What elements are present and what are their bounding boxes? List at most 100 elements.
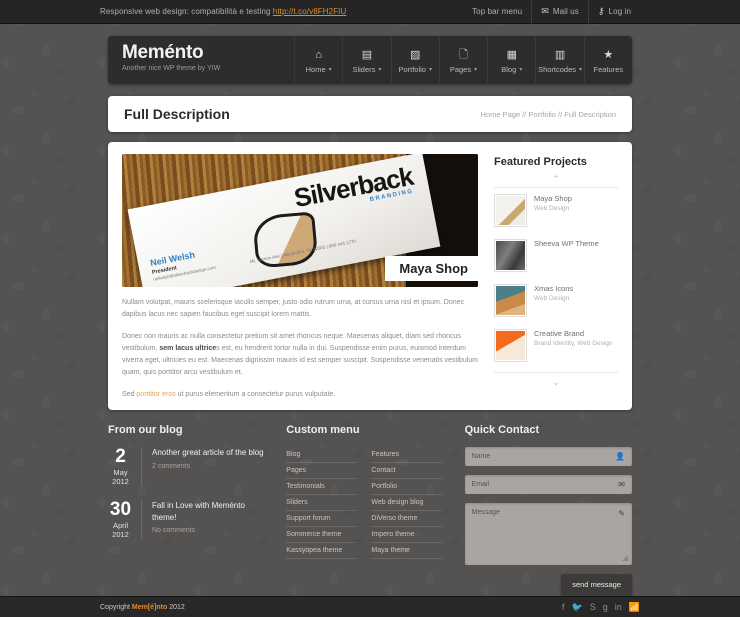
nav-item-portfolio[interactable]: ▨ Portfolio ▾	[390, 36, 439, 84]
porttitor-link[interactable]: porttitor eros	[136, 391, 175, 398]
columns-icon: ▥	[554, 48, 566, 61]
site-tagline: Another nice WP theme by YIW	[122, 64, 221, 72]
post-date: 2 May 2012	[108, 447, 142, 486]
post-day: 30	[109, 499, 132, 520]
menu-item-blog[interactable]: Blog	[286, 447, 358, 463]
calendar-icon: ▦	[506, 48, 517, 61]
menu-item-features[interactable]: Features	[371, 447, 443, 463]
nav-item-home[interactable]: ⌂ Home ▾	[294, 36, 342, 84]
star-icon: ★	[603, 48, 614, 61]
paragraph-2-bold: sem lacus ultrice	[159, 344, 217, 352]
custom-menu-column-1: Blog Pages Testimonials Sliders Support …	[286, 447, 358, 559]
social-links: f 🐦 S g in 📶	[562, 602, 640, 613]
widget-title-quick-contact: Quick Contact	[464, 424, 540, 436]
post-title[interactable]: Fall in Love with Meménto theme!	[152, 500, 264, 523]
chevron-down-icon: ▾	[579, 66, 583, 73]
nav-item-shortcodes[interactable]: ▥ Shortcodes ▾	[535, 36, 583, 84]
blog-post-item[interactable]: 30 April 2012 Fall in Love with Meménto …	[108, 500, 264, 539]
nav-item-features[interactable]: ★ Features	[583, 36, 632, 84]
paragraph-3: Sed porttitor eros ut purus elementum a …	[122, 389, 478, 401]
post-year: 2012	[112, 530, 129, 539]
chevron-down-icon: ▾	[428, 66, 432, 73]
top-bar-actions: Top bar menu ✉ Mail us ⚷ Log in	[463, 0, 640, 24]
envelope-icon: ✉	[618, 480, 625, 489]
project-thumbnail	[494, 239, 527, 272]
chevron-down-icon: ▾	[474, 66, 478, 73]
menu-item-web-design-blog[interactable]: Web design blog	[371, 495, 443, 511]
top-bar-link[interactable]: http://t.co/v8FH2FIU	[273, 7, 347, 16]
header-wrapper: Meménto Another nice WP theme by YIW ⌂ H…	[0, 24, 740, 84]
site-logo: Meménto	[122, 42, 204, 63]
widget-quick-contact: Quick Contact Name 👤 Email ✉ Message ✎ ◢…	[464, 424, 632, 595]
google-plus-icon[interactable]: g	[603, 602, 608, 612]
message-textarea[interactable]: Message ✎ ◢	[464, 503, 632, 565]
blog-post-item[interactable]: 2 May 2012 Another great article of the …	[108, 447, 264, 486]
project-thumbnail	[494, 329, 527, 362]
top-bar-menu-label: Top bar menu	[472, 7, 523, 16]
skype-icon[interactable]: S	[590, 602, 596, 612]
logo-box[interactable]: Meménto Another nice WP theme by YIW	[108, 36, 294, 84]
featured-project-item[interactable]: Maya Shop Web Design	[494, 188, 618, 233]
page-title-bar: Full Description Home Page // Portfolio …	[108, 96, 632, 132]
email-input-placeholder: Email	[471, 481, 490, 488]
breadcrumb[interactable]: Home Page // Portfolio // Full Descripti…	[481, 110, 616, 119]
login-label: Log in	[608, 7, 631, 16]
project-thumbnail	[494, 284, 527, 317]
menu-item-kassyopea-theme[interactable]: Kassyopea theme	[286, 543, 358, 559]
featured-projects-title: Featured Projects	[494, 156, 587, 168]
featured-project-item[interactable]: Xmas Icons Web Design	[494, 278, 618, 323]
menu-item-testimonials[interactable]: Testimonials	[286, 479, 358, 495]
chevron-down-icon: ⌄	[552, 377, 560, 387]
post-body: Fall in Love with Meménto theme! No comm…	[152, 500, 264, 539]
menu-item-contact[interactable]: Contact	[371, 463, 443, 479]
featured-scroll-down-button[interactable]: ⌄	[494, 372, 618, 387]
menu-item-maya-theme[interactable]: Maya theme	[371, 543, 443, 559]
featured-project-item[interactable]: Sheeva WP Theme	[494, 233, 618, 278]
nav-label-pages: Pages	[449, 64, 472, 74]
post-date: 30 April 2012	[108, 500, 142, 539]
menu-item-sommerce-theme[interactable]: Sommerce theme	[286, 527, 358, 543]
twitter-icon[interactable]: 🐦	[572, 602, 583, 613]
menu-item-portfolio[interactable]: Portfolio	[371, 479, 443, 495]
widget-title-custom-menu: Custom menu	[286, 424, 360, 436]
resize-grip-icon[interactable]: ◢	[622, 553, 628, 562]
post-title[interactable]: Another great article of the blog	[152, 447, 264, 459]
paragraph-3-part-b: ut purus elementum a consectetur purus v…	[175, 390, 336, 398]
menu-item-diverso-theme[interactable]: DiVerso theme	[371, 511, 443, 527]
project-category: Web Design	[534, 295, 570, 303]
login-link[interactable]: ⚷ Log in	[587, 0, 640, 24]
rss-icon[interactable]: 📶	[629, 602, 640, 613]
copyright-brand: Mem[é]nto	[131, 603, 168, 611]
menu-item-pages[interactable]: Pages	[286, 463, 358, 479]
mail-us-link[interactable]: ✉ Mail us	[531, 0, 588, 24]
nav-item-blog[interactable]: ▦ Blog ▾	[487, 36, 535, 84]
page-title: Full Description	[124, 106, 230, 122]
nav-item-sliders[interactable]: ▤ Sliders ▾	[342, 36, 390, 84]
menu-item-impero-theme[interactable]: Impero theme	[371, 527, 443, 543]
email-input[interactable]: Email ✉	[464, 475, 632, 494]
send-message-button[interactable]: send message	[561, 574, 632, 595]
portfolio-hero-image[interactable]: Silverback BRANDING Neil Welsh President…	[122, 154, 478, 287]
nav-label-shortcodes: Shortcodes	[538, 64, 577, 74]
home-icon: ⌂	[315, 48, 322, 61]
top-bar-menu-link[interactable]: Top bar menu	[463, 0, 531, 24]
custom-menu-columns: Blog Pages Testimonials Sliders Support …	[286, 447, 443, 559]
top-bar-message-text: Responsive web design: compatibilità e t…	[100, 7, 273, 16]
linkedin-icon[interactable]: in	[615, 602, 622, 612]
featured-projects-sidebar: Featured Projects ⌃ Maya Shop Web Design…	[494, 154, 618, 396]
widget-from-our-blog: From our blog 2 May 2012 Another great a…	[108, 424, 264, 595]
menu-item-sliders[interactable]: Sliders	[286, 495, 358, 511]
name-input[interactable]: Name 👤	[464, 447, 632, 466]
description-body: Nullam volutpat, mauris scelerisque iacu…	[122, 297, 478, 401]
nav-item-pages[interactable]: 🗋 Pages ▾	[438, 36, 487, 84]
chevron-down-icon: ▾	[378, 66, 382, 73]
facebook-icon[interactable]: f	[562, 602, 565, 612]
message-placeholder: Message	[471, 509, 500, 516]
featured-project-item[interactable]: Creative Brand Brand Identity, Web Desig…	[494, 323, 618, 368]
paragraph-2: Donec non mauris ac nulla consectetur pr…	[122, 331, 478, 380]
featured-scroll-up-button[interactable]: ⌃	[494, 174, 618, 188]
menu-item-support-forum[interactable]: Support forum	[286, 511, 358, 527]
nav-label-blog: Blog	[501, 64, 517, 74]
site-header: Meménto Another nice WP theme by YIW ⌂ H…	[108, 36, 632, 84]
post-month: April	[112, 521, 128, 530]
